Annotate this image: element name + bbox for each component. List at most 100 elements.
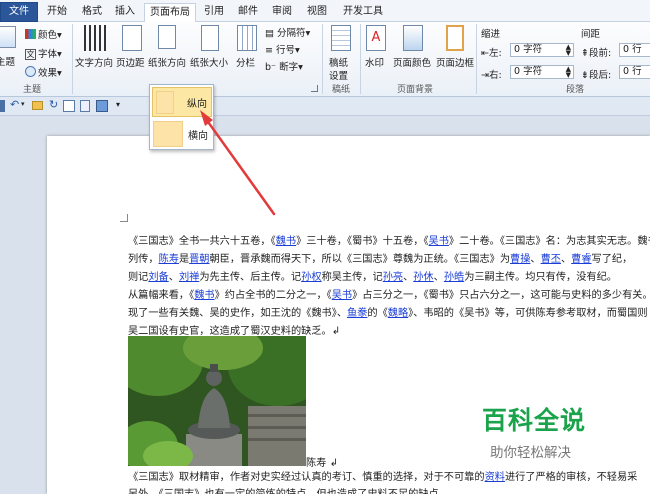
hyperlink[interactable]: 孙皓: [444, 272, 464, 283]
tab-review[interactable]: 审阅: [266, 3, 298, 22]
edit-icon[interactable]: [63, 100, 75, 112]
margins-label: 页边距: [116, 58, 145, 69]
hyperlink[interactable]: 刘备: [148, 272, 168, 283]
tab-mailings[interactable]: 邮件: [232, 3, 264, 22]
page-border-icon: [446, 25, 464, 51]
spinner-icon[interactable]: ▲ ▼: [566, 44, 571, 57]
tab-references[interactable]: 引用: [198, 3, 230, 22]
text-run: 的《: [367, 308, 388, 319]
paragraph-group-label: 段落: [565, 85, 584, 95]
image-icon[interactable]: [96, 100, 108, 112]
line-numbers-button[interactable]: ≡ 行号▾: [265, 42, 300, 56]
draft-label-1: 稿纸: [329, 58, 349, 69]
indent-left-input[interactable]: 0 字符 ▲ ▼: [510, 43, 574, 57]
quick-access-toolbar: ↶ ▾ ↻ ▾: [0, 97, 650, 116]
save-icon[interactable]: [0, 100, 5, 112]
document-icon[interactable]: [80, 100, 90, 112]
tab-page-layout[interactable]: 页面布局: [144, 3, 196, 23]
margins-button[interactable]: 页边距: [116, 25, 147, 81]
themes-label: 主题: [0, 57, 16, 68]
hyperlink[interactable]: 刘禅: [179, 272, 199, 283]
text-run: 则记: [128, 272, 149, 283]
hyperlink[interactable]: 魏书: [276, 236, 296, 247]
open-folder-icon[interactable]: [32, 101, 43, 110]
tab-developer[interactable]: 开发工具: [337, 3, 389, 22]
space-before-value: 0 行: [623, 44, 642, 55]
hyphenation-button[interactable]: b⁻ 断字▾: [265, 59, 303, 73]
dropdown-arrow-icon[interactable]: ▾: [21, 100, 25, 108]
text-run: 》三十卷，《蜀书》十五卷，《: [296, 236, 429, 247]
columns-button[interactable]: 分栏: [236, 25, 260, 81]
text-run: 从篇幅来看，《: [128, 290, 195, 301]
page-border-button[interactable]: 页面边框: [436, 25, 476, 81]
draft-paper-icon: [331, 25, 351, 51]
space-after-input[interactable]: 0 行: [619, 65, 650, 79]
tab-file[interactable]: 文件: [0, 2, 38, 22]
hyperlink[interactable]: 吴书: [332, 290, 352, 301]
spinner-icon[interactable]: ▲ ▼: [566, 66, 571, 79]
themes-button[interactable]: 主题: [0, 26, 18, 70]
indent-right-label: ⇥右:: [481, 67, 502, 81]
redo-icon[interactable]: ↻: [49, 98, 58, 111]
text-direction-button[interactable]: 文字方向: [75, 25, 114, 81]
breaks-label: 分隔符: [277, 28, 306, 39]
page-color-label: 页面颜色: [393, 58, 432, 69]
background-group-label: 页面背景: [396, 85, 433, 95]
hyperlink[interactable]: 曹丕: [541, 254, 561, 265]
spacing-title: 间距: [581, 29, 601, 40]
watermark-button[interactable]: A 水印: [362, 25, 390, 81]
hyperlink[interactable]: 魏书: [194, 290, 214, 301]
indent-right-input[interactable]: 0 字符 ▲ ▼: [510, 65, 574, 79]
theme-colors-button[interactable]: 颜色▾: [25, 27, 62, 41]
hyperlink[interactable]: 吴书: [429, 236, 449, 247]
tab-insert[interactable]: 插入: [110, 3, 140, 22]
font-icon: 文: [25, 49, 36, 60]
undo-icon[interactable]: ↶: [10, 98, 19, 111]
text-run: 称吴主传，记: [321, 272, 383, 283]
theme-effects-button[interactable]: 效果▾: [25, 65, 62, 79]
landscape-label: 横向: [188, 131, 208, 142]
indent-left-text: 左:: [488, 48, 502, 59]
text-direction-label: 文字方向: [75, 58, 114, 69]
breaks-button[interactable]: ▤ 分隔符▾: [265, 25, 310, 39]
orientation-button[interactable]: 纸张方向: [148, 25, 188, 81]
orientation-icon: [158, 25, 176, 49]
breaks-icon: ▤: [265, 28, 274, 39]
customize-toolbar-icon[interactable]: ▾: [116, 100, 120, 109]
text-run: 、: [560, 254, 572, 265]
paragraph-line: 则记刘备、刘禅为先主传、后主传。记孙权称吴主传，记孙亮、孙休、孙皓为三嗣主传。均…: [128, 269, 650, 286]
size-button[interactable]: 纸张大小: [190, 25, 232, 81]
tab-format[interactable]: 格式: [76, 3, 108, 22]
page-color-button[interactable]: 页面颜色: [393, 25, 433, 81]
space-after-text: 段后:: [588, 70, 612, 81]
hyperlink[interactable]: 孙权: [301, 272, 321, 283]
columns-icon: [237, 25, 257, 51]
separator: [360, 24, 361, 94]
text-run: 列传，: [128, 254, 159, 265]
text-run: 《三国志》全书一共六十五卷，《: [128, 236, 276, 247]
space-after-label: ⇟段后:: [581, 67, 611, 81]
theme-fonts-button[interactable]: 文字体▾: [25, 46, 62, 60]
hyperlink[interactable]: 晋朝: [189, 254, 209, 265]
statue-photo[interactable]: [128, 336, 306, 466]
hyperlink[interactable]: 资料: [485, 472, 505, 483]
hyperlink[interactable]: 陈寿: [159, 254, 179, 265]
tab-home[interactable]: 开始: [40, 3, 74, 22]
paragraph-line: 现了一些有关魏、吴的史作，如王沈的《魏书》、鱼豢的《魏略》、韦昭的《吴书》等，可…: [128, 305, 650, 322]
hyperlink[interactable]: 孙休: [413, 272, 433, 283]
hyperlink[interactable]: 鱼豢: [347, 308, 367, 319]
margins-icon: [122, 25, 142, 51]
hyperlink[interactable]: 孙亮: [383, 272, 403, 283]
page-setup-launcher-icon[interactable]: [311, 85, 318, 92]
hyperlink[interactable]: 曹操: [510, 254, 530, 265]
space-before-input[interactable]: 0 行: [619, 43, 650, 57]
tab-view[interactable]: 视图: [301, 3, 333, 22]
draft-paper-button[interactable]: 稿纸 设置: [326, 25, 358, 82]
word-window: { "tabs":["文件","开始","格式","插入","页面布局","引用…: [0, 0, 650, 494]
hyperlink[interactable]: 魏略: [388, 308, 408, 319]
landscape-option[interactable]: 横向: [152, 119, 212, 149]
hyperlink[interactable]: 曹睿: [571, 254, 591, 265]
portrait-option[interactable]: 纵向: [152, 87, 212, 117]
page-color-icon: [403, 25, 423, 51]
page-corner-mark: [120, 214, 128, 222]
